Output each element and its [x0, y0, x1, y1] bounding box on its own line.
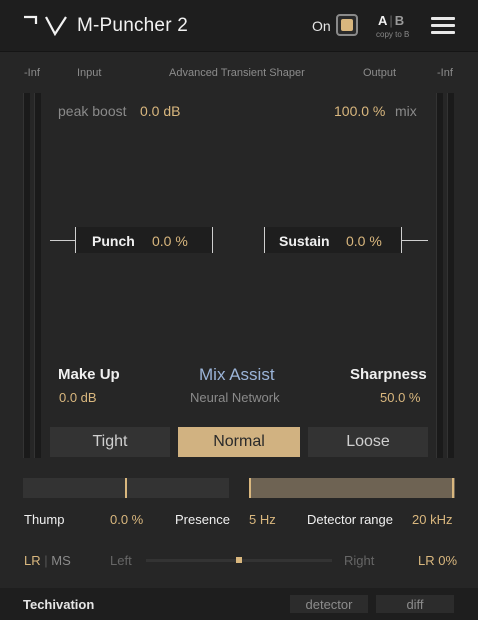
hamburger-menu-icon[interactable] — [431, 17, 455, 35]
sustain-line — [402, 240, 428, 241]
output-meter-right — [447, 93, 454, 458]
thump-label: Thump — [24, 512, 65, 527]
detector-range-value[interactable]: 20 kHz — [412, 512, 452, 527]
sharpness-label: Sharpness — [350, 366, 427, 383]
input-label: Input — [77, 67, 102, 79]
detector-range-handle-low[interactable] — [249, 478, 251, 498]
detector-range-slider[interactable] — [249, 478, 455, 498]
peak-boost-label: peak boost — [58, 103, 127, 119]
lr-ms-separator: | — [44, 553, 48, 568]
output-meter-left — [436, 93, 443, 458]
neural-network-label: Neural Network — [190, 390, 280, 405]
peak-boost-value[interactable]: 0.0 dB — [140, 103, 180, 119]
makeup-value[interactable]: 0.0 dB — [59, 390, 97, 405]
presence-value[interactable]: 5 Hz — [249, 512, 276, 527]
mix-label: mix — [395, 103, 417, 119]
pan-slider-handle[interactable] — [236, 557, 242, 563]
detector-button[interactable]: detector — [290, 595, 368, 613]
makeup-label: Make Up — [58, 366, 120, 383]
mix-assist-button[interactable]: Mix Assist — [199, 365, 275, 385]
sharpness-value[interactable]: 50.0 % — [380, 390, 420, 405]
punch-label: Punch — [92, 233, 135, 249]
thump-slider-handle[interactable] — [125, 478, 127, 498]
ab-a-button[interactable]: A — [378, 13, 387, 28]
ab-b-button[interactable]: B — [395, 13, 404, 28]
input-level-readout: -Inf — [24, 67, 40, 79]
app-title: M-Puncher 2 — [77, 15, 188, 36]
diff-button[interactable]: diff — [376, 595, 454, 613]
header-bar — [0, 0, 478, 52]
punch-value[interactable]: 0.0 % — [152, 233, 188, 249]
copy-to-b-button[interactable]: copy to B — [376, 30, 409, 39]
detector-range-label: Detector range — [307, 512, 393, 527]
mode-loose-button[interactable]: Loose — [308, 427, 428, 457]
pan-left-label: Left — [110, 553, 132, 568]
power-toggle[interactable] — [336, 14, 358, 36]
mix-value[interactable]: 100.0 % — [334, 103, 385, 119]
output-label: Output — [363, 67, 397, 79]
punch-line — [50, 240, 76, 241]
detector-range-handle-high[interactable] — [452, 478, 454, 498]
power-toggle-fill — [341, 19, 353, 31]
on-label: On — [312, 18, 331, 34]
mv-logo-icon — [24, 15, 67, 36]
sustain-value[interactable]: 0.0 % — [346, 233, 382, 249]
ms-mode-button[interactable]: MS — [51, 553, 71, 568]
thump-value[interactable]: 0.0 % — [110, 512, 143, 527]
mode-normal-button[interactable]: Normal — [178, 427, 300, 457]
stereo-mode-switch[interactable]: LR | MS — [24, 553, 71, 568]
ab-switch[interactable]: A | B — [378, 13, 404, 28]
pan-right-label: Right — [344, 553, 375, 568]
brand-label[interactable]: Techivation — [23, 597, 94, 612]
subtitle: Advanced Transient Shaper — [169, 67, 305, 79]
pan-value[interactable]: LR 0% — [418, 553, 457, 568]
input-meter-left — [23, 93, 30, 458]
sustain-label: Sustain — [279, 233, 330, 249]
lr-mode-button[interactable]: LR — [24, 553, 41, 568]
presence-label: Presence — [175, 512, 230, 527]
ab-separator: | — [389, 13, 393, 28]
mode-tight-button[interactable]: Tight — [50, 427, 170, 457]
output-level-readout: -Inf — [437, 67, 453, 79]
punch-bracket-right — [212, 227, 213, 253]
input-meter-right — [34, 93, 41, 458]
